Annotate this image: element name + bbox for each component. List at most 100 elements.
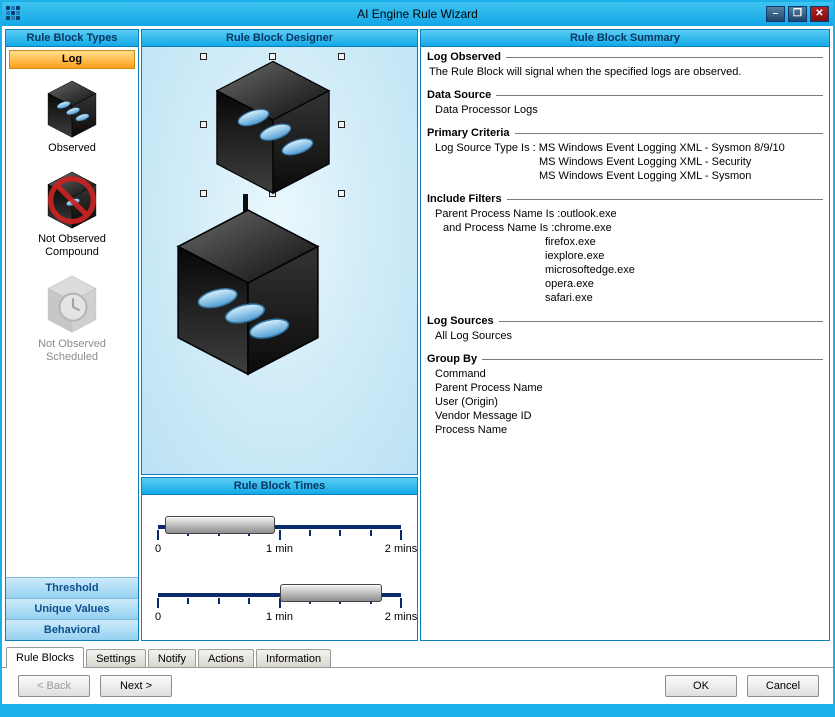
minimize-button[interactable]: –: [766, 6, 785, 22]
threshold-category-button[interactable]: Threshold: [6, 577, 138, 598]
summary-line: All Log Sources: [427, 329, 823, 343]
tab-settings[interactable]: Settings: [86, 649, 146, 667]
summary-line: Process Name: [427, 423, 823, 437]
tab-rule-blocks[interactable]: Rule Blocks: [6, 647, 84, 668]
summary-line: safari.exe: [427, 291, 823, 305]
time-slider-1[interactable]: 01 min2 mins: [158, 503, 401, 569]
not-observed-compound-icon: [46, 171, 98, 229]
observed-cube-icon: [46, 80, 98, 138]
designer-canvas[interactable]: [142, 47, 417, 474]
type-item-observed[interactable]: Observed: [6, 80, 138, 155]
type-item-not-observed-compound[interactable]: Not Observed Compound: [6, 171, 138, 259]
rule-block-times-header: Rule Block Times: [142, 478, 417, 495]
summary-section-title: Primary Criteria: [427, 127, 823, 139]
selection-handle[interactable]: [338, 190, 345, 197]
rule-block-types-header: Rule Block Types: [6, 30, 138, 47]
close-button[interactable]: ✕: [810, 6, 829, 22]
summary-section-title: Log Observed: [427, 51, 823, 63]
summary-section-title-text: Log Sources: [427, 315, 494, 327]
rule-block-summary-panel: Rule Block Summary Log Observed The Rule …: [420, 29, 830, 641]
behavioral-category-button[interactable]: Behavioral: [6, 619, 138, 640]
section-divider: [496, 95, 823, 98]
back-button[interactable]: < Back: [18, 675, 90, 697]
summary-section: Data Source Data Processor Logs: [427, 89, 823, 117]
slider-tick-label: 2 mins: [385, 543, 417, 555]
summary-line: firefox.exe: [427, 235, 823, 249]
cancel-button[interactable]: Cancel: [747, 675, 819, 697]
summary-line: MS Windows Event Logging XML - Sysmon: [427, 169, 823, 183]
slider-handle[interactable]: [280, 584, 382, 602]
main-content: Rule Block Types Log Observed: [2, 26, 833, 644]
summary-line: Data Processor Logs: [427, 103, 823, 117]
summary-line: The Rule Block will signal when the spec…: [427, 65, 823, 79]
tabs-row: Rule BlocksSettingsNotifyActionsInformat…: [2, 644, 833, 668]
section-divider: [482, 359, 823, 362]
middle-column: Rule Block Designer: [141, 29, 418, 641]
unique-values-category-button[interactable]: Unique Values: [6, 598, 138, 619]
summary-line: Command: [427, 367, 823, 381]
summary-sections: Log Observed The Rule Block will signal w…: [421, 47, 829, 640]
summary-section-title-text: Primary Criteria: [427, 127, 510, 139]
next-button[interactable]: Next >: [100, 675, 172, 697]
summary-line: opera.exe: [427, 277, 823, 291]
rule-block-summary-header: Rule Block Summary: [421, 30, 829, 47]
slider-tick: [157, 598, 159, 608]
slider-tick: [400, 530, 402, 540]
summary-section-title: Data Source: [427, 89, 823, 101]
selection-handle[interactable]: [200, 190, 207, 197]
rule-block-times-panel: Rule Block Times 0 1 min 2 mins 0 1 min 2 mi…: [141, 477, 418, 641]
slider-tick-label: 0: [155, 543, 161, 555]
time-slider-2[interactable]: 01 min2 mins: [158, 571, 401, 637]
times-body: 0 1 min 2 mins 0 1 min 2 mins: [142, 495, 417, 640]
slider-handle[interactable]: [165, 516, 274, 534]
type-item-label: Observed: [48, 142, 96, 155]
rule-block-types-panel: Rule Block Types Log Observed: [5, 29, 139, 641]
section-divider: [506, 57, 823, 60]
section-divider: [499, 321, 823, 324]
footer-buttons: < Back Next > OK Cancel: [2, 668, 833, 704]
slider-tick-label: 0: [155, 611, 161, 623]
summary-line: and Process Name Is :chrome.exe: [427, 221, 823, 235]
rule-block-designer-panel: Rule Block Designer: [141, 29, 418, 475]
ok-button[interactable]: OK: [665, 675, 737, 697]
summary-section-title-text: Data Source: [427, 89, 491, 101]
summary-line: Parent Process Name Is :outlook.exe: [427, 207, 823, 221]
rule-block-designer-header: Rule Block Designer: [142, 30, 417, 47]
log-category-button[interactable]: Log: [9, 50, 135, 69]
tab-notify[interactable]: Notify: [148, 649, 196, 667]
slider-tick: [370, 530, 372, 536]
rule-block-node-1[interactable]: [212, 59, 334, 196]
slider-tick: [248, 598, 250, 604]
slider-tick: [157, 530, 159, 540]
slider-tick: [400, 598, 402, 608]
type-list: Observed Not Observed Compound: [6, 72, 138, 577]
section-divider: [515, 133, 823, 136]
window-title: AI Engine Rule Wizard: [2, 7, 833, 21]
tab-actions[interactable]: Actions: [198, 649, 254, 667]
type-item-label: Not Observed Scheduled: [38, 338, 106, 364]
slider-tick-label: 2 mins: [385, 611, 417, 623]
selection-handle[interactable]: [338, 53, 345, 60]
tab-information[interactable]: Information: [256, 649, 331, 667]
summary-line: iexplore.exe: [427, 249, 823, 263]
type-item-label: Not Observed Compound: [38, 233, 106, 259]
summary-line: Parent Process Name: [427, 381, 823, 395]
summary-section-title-text: Log Observed: [427, 51, 501, 63]
rule-block-node-2[interactable]: [172, 207, 324, 377]
selection-handle[interactable]: [200, 53, 207, 60]
summary-line: MS Windows Event Logging XML - Security: [427, 155, 823, 169]
slider-tick: [218, 598, 220, 604]
slider-tick-label: 1 min: [266, 543, 293, 555]
summary-section-title-text: Include Filters: [427, 193, 502, 205]
summary-section-title-text: Group By: [427, 353, 477, 365]
selection-handle[interactable]: [338, 121, 345, 128]
maximize-button[interactable]: ❐: [788, 6, 807, 22]
not-observed-scheduled-icon: [46, 275, 98, 333]
slider-tick: [339, 530, 341, 536]
summary-line: Log Source Type Is : MS Windows Event Lo…: [427, 141, 823, 155]
slider-tick-label: 1 min: [266, 611, 293, 623]
type-item-not-observed-scheduled[interactable]: Not Observed Scheduled: [6, 275, 138, 363]
summary-line: microsoftedge.exe: [427, 263, 823, 277]
selection-handle[interactable]: [200, 121, 207, 128]
summary-section: Log Sources All Log Sources: [427, 315, 823, 343]
